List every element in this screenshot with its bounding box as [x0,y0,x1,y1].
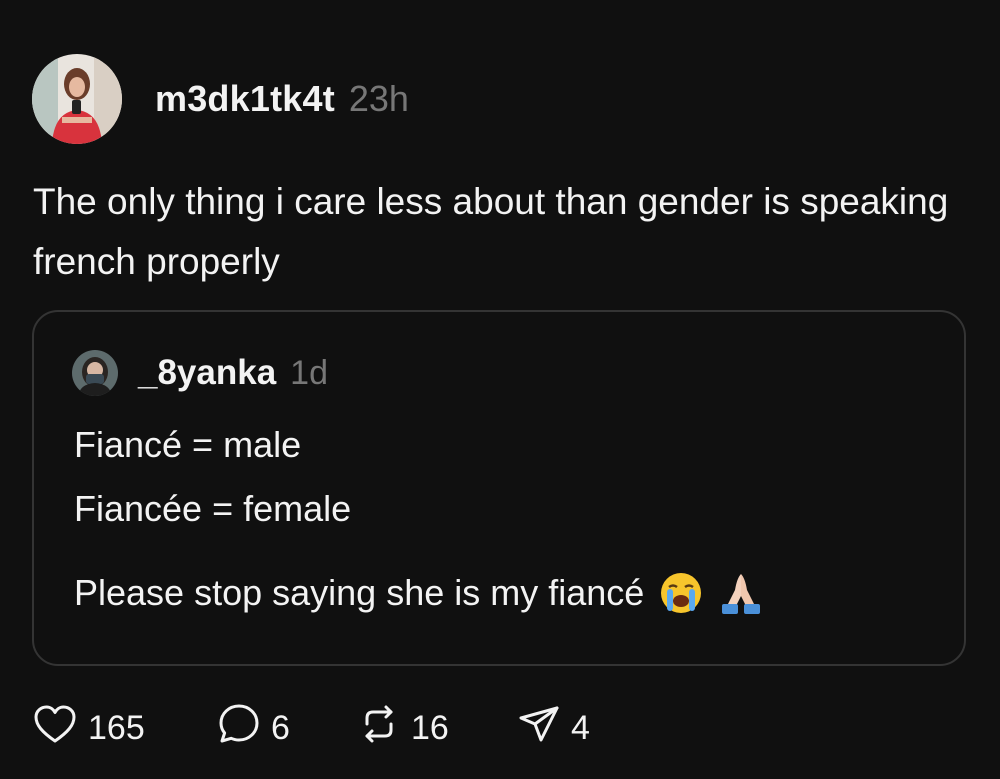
repost-arrows-icon [357,702,401,755]
post-timestamp: 23h [348,78,409,119]
comment-bubble-icon [217,702,261,755]
quoted-text-line-2: Fiancée = female [74,488,352,529]
author-name[interactable]: m3dk1tk4t [155,78,335,120]
quoted-author-name[interactable]: _8yanka [138,353,276,393]
quoted-post-card[interactable]: _8yanka 1d Fiancé = male Fiancée = femal… [32,310,966,666]
crying-face-emoji-icon [658,570,704,616]
repost-button[interactable]: 16 [357,702,517,755]
like-count: 165 [88,708,145,747]
repost-count: 16 [411,708,449,747]
author-avatar[interactable] [32,54,122,144]
quoted-text-line-1: Fiancé = male [74,424,302,465]
post-header: m3dk1tk4t 23h [32,54,409,144]
share-count: 4 [571,708,590,747]
reply-count: 6 [271,708,290,747]
quoted-text-line-3-row: Please stop saying she is my fiancé [74,570,764,616]
like-button[interactable]: 165 [32,703,217,754]
heart-icon [32,703,78,754]
quoted-post-timestamp: 1d [290,353,328,392]
quoted-author-avatar[interactable] [72,350,118,396]
reply-button[interactable]: 6 [217,702,357,755]
post-actions-bar: 165 6 16 4 [32,704,590,752]
send-paper-plane-icon [517,702,561,755]
quoted-post-header: _8yanka 1d [72,350,328,396]
folded-hands-emoji-icon [718,570,764,616]
share-button[interactable]: 4 [517,702,590,755]
quoted-text-line-3: Please stop saying she is my fiancé [74,572,645,613]
post-text: The only thing i care less about than ge… [33,181,949,282]
